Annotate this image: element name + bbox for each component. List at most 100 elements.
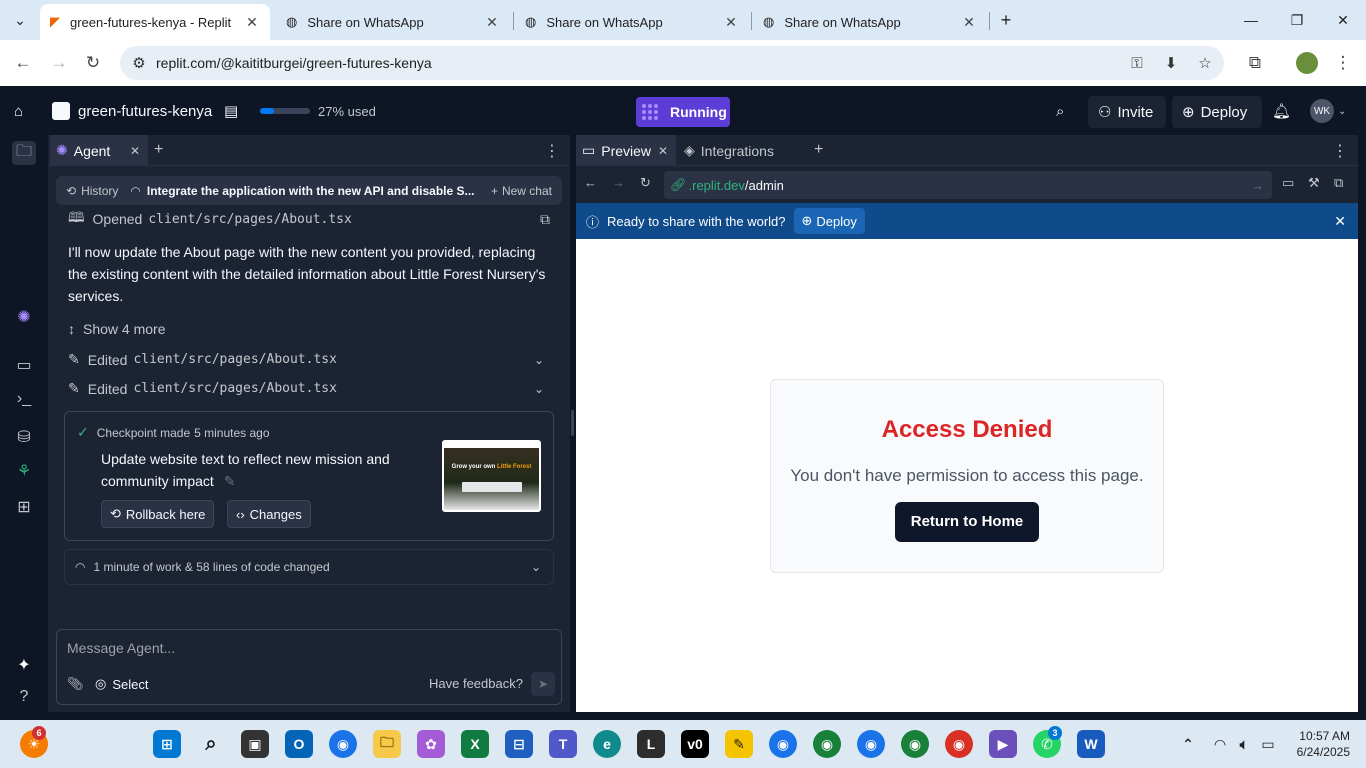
database-icon[interactable]: ⛁ <box>12 425 36 449</box>
network-icon[interactable]: ⚘ <box>12 459 36 483</box>
device-icon[interactable]: ▭ <box>1282 175 1294 191</box>
clipchamp-icon[interactable]: ▶ <box>989 730 1017 758</box>
search-button[interactable]: ⌕ <box>1056 87 1064 135</box>
send-button[interactable]: ➤ <box>531 672 555 696</box>
l-app-icon[interactable]: L <box>637 730 665 758</box>
select-button[interactable]: ◎ Select <box>95 676 148 692</box>
more-vertical-icon[interactable]: ⋮ <box>1332 141 1348 161</box>
tab-agent[interactable]: ✺ Agent ✕ <box>50 135 148 166</box>
edge-icon[interactable]: e <box>593 730 621 758</box>
chrome-profile-icon[interactable]: ◉ <box>901 730 929 758</box>
forward-button[interactable]: → <box>44 48 74 78</box>
changes-button[interactable]: ‹› Changes <box>227 500 311 528</box>
pencil-icon[interactable]: ✎ <box>224 473 236 489</box>
shell-icon[interactable]: ›_ <box>12 387 36 411</box>
banner-deploy-button[interactable]: ⊕ Deploy <box>793 208 865 234</box>
chrome-profile-icon[interactable]: ◉ <box>813 730 841 758</box>
message-input[interactable]: Message Agent... <box>67 640 553 660</box>
return-home-button[interactable]: Return to Home <box>894 502 1040 542</box>
close-icon[interactable]: ✕ <box>961 14 977 31</box>
back-button[interactable]: ← <box>8 48 38 78</box>
install-app-icon[interactable]: ⬇ <box>1160 52 1182 74</box>
sparkle-icon[interactable]: ✦ <box>12 653 36 677</box>
v0-icon[interactable]: v0 <box>681 730 709 758</box>
close-icon[interactable]: ✕ <box>244 14 260 31</box>
preview-reload-button[interactable]: ↻ <box>640 175 651 191</box>
start-icon[interactable]: ⊞ <box>153 730 181 758</box>
close-icon[interactable]: ✕ <box>658 144 668 158</box>
add-tab-button[interactable]: + <box>154 141 163 159</box>
notifications-button[interactable]: 🔔︎ <box>1272 87 1291 135</box>
preview-url-bar[interactable]: 🔗︎ .replit.dev /admin → <box>664 171 1272 199</box>
teams-icon[interactable]: T <box>549 730 577 758</box>
restore-button[interactable]: ❐ <box>1274 0 1320 40</box>
workspace-menu-button[interactable]: ▤ <box>224 87 238 135</box>
extensions-button[interactable]: ⧉ <box>1240 48 1270 78</box>
opened-file-row[interactable]: 🕮︎ Opened client/src/pages/About.tsx ⧉ <box>68 207 550 231</box>
new-chat-button[interactable]: + New chat <box>491 184 552 198</box>
outlook-icon[interactable]: O <box>285 730 313 758</box>
system-clock[interactable]: 10:57 AM 6/24/2025 <box>1297 728 1350 760</box>
word-icon[interactable]: W <box>1077 730 1105 758</box>
apps-grid-icon[interactable]: ⊞ <box>12 495 36 519</box>
store-icon[interactable]: ⊟ <box>505 730 533 758</box>
checkpoint-thumbnail[interactable]: Grow your own Little Forest <box>442 440 541 512</box>
tab-preview[interactable]: ▭ Preview ✕ <box>576 135 676 166</box>
edited-file-row[interactable]: ✎ Edited client/src/pages/About.tsx ⌄ <box>68 380 550 397</box>
excel-icon[interactable]: X <box>461 730 489 758</box>
open-file-icon[interactable]: ⧉ <box>540 211 550 228</box>
chevron-up-icon[interactable]: ⌃ <box>1174 730 1202 758</box>
show-more-button[interactable]: ↕ Show 4 more <box>68 321 165 337</box>
copilot-icon[interactable]: ✿ <box>417 730 445 758</box>
files-icon[interactable]: 🗀︎ <box>12 141 36 165</box>
new-tab-button[interactable]: + <box>990 0 1022 40</box>
browser-tab-whatsapp-1[interactable]: ◍ Share on WhatsApp ✕ <box>276 4 510 40</box>
devtools-icon[interactable]: ⚒ <box>1308 175 1320 191</box>
invite-button[interactable]: ⚇ Invite <box>1088 96 1166 128</box>
feedback-link[interactable]: Have feedback? <box>429 676 523 691</box>
work-summary[interactable]: ◠ 1 minute of work & 58 lines of code ch… <box>64 549 554 585</box>
browser-tab-whatsapp-3[interactable]: ◍ Share on WhatsApp ✕ <box>753 4 987 40</box>
battery-icon[interactable]: ▭ <box>1254 730 1282 758</box>
tab-search-button[interactable]: ⌄ <box>0 0 40 40</box>
edited-file-row[interactable]: ✎ Edited client/src/pages/About.tsx ⌄ <box>68 351 550 368</box>
tab-integrations[interactable]: ◈ Integrations <box>684 135 774 166</box>
site-info-icon[interactable]: ⚙ <box>128 52 150 74</box>
window-close-button[interactable]: ✕ <box>1320 0 1366 40</box>
close-icon[interactable]: ✕ <box>484 14 500 31</box>
account-menu[interactable]: WK ⌄ <box>1310 87 1346 135</box>
home-button[interactable]: ⌂ <box>14 87 23 135</box>
search-icon[interactable]: ⌕ <box>197 730 225 758</box>
usage-meter[interactable]: 27% used <box>260 87 376 135</box>
deploy-button[interactable]: ⊕ Deploy <box>1172 96 1262 128</box>
agent-icon[interactable]: ✺ <box>12 305 36 329</box>
reload-button[interactable]: ↻ <box>78 48 108 78</box>
chrome-active-icon[interactable]: ◉ <box>857 730 885 758</box>
file-explorer-icon[interactable]: 🗀︎ <box>373 730 401 758</box>
chrome-profile-icon[interactable]: ◉ <box>945 730 973 758</box>
more-vertical-icon[interactable]: ⋮ <box>544 141 560 161</box>
chrome-profile-icon[interactable]: ◉ <box>769 730 797 758</box>
add-tab-button[interactable]: + <box>814 141 823 159</box>
close-icon[interactable]: ✕ <box>723 14 739 31</box>
rollback-button[interactable]: ⟲ Rollback here <box>101 500 215 528</box>
bookmark-star-icon[interactable]: ☆ <box>1194 52 1216 74</box>
close-icon[interactable]: ✕ <box>130 144 140 158</box>
browser-tab-replit[interactable]: ◤ green-futures-kenya - Replit ✕ <box>40 4 270 40</box>
preview-back-button[interactable]: ← <box>584 175 597 190</box>
history-button[interactable]: ⟲ History <box>66 184 118 198</box>
browser-tab-whatsapp-2[interactable]: ◍ Share on WhatsApp ✕ <box>515 4 749 40</box>
run-button[interactable]: Running <box>636 97 730 127</box>
project-selector[interactable]: green-futures-kenya <box>52 87 212 135</box>
task-view-icon[interactable]: ▣ <box>241 730 269 758</box>
password-key-icon[interactable]: ⚿ <box>1126 52 1148 74</box>
panel-resize-handle[interactable] <box>571 410 574 436</box>
open-external-icon[interactable]: ⧉ <box>1334 175 1343 191</box>
preview-forward-button[interactable]: → <box>612 175 625 190</box>
close-icon[interactable]: ✕ <box>1334 213 1346 230</box>
chrome-icon[interactable]: ◉ <box>329 730 357 758</box>
profile-button[interactable] <box>1292 48 1322 78</box>
sticky-notes-icon[interactable]: ✎ <box>725 730 753 758</box>
minimize-button[interactable]: — <box>1228 0 1274 40</box>
help-icon[interactable]: ? <box>12 685 36 709</box>
